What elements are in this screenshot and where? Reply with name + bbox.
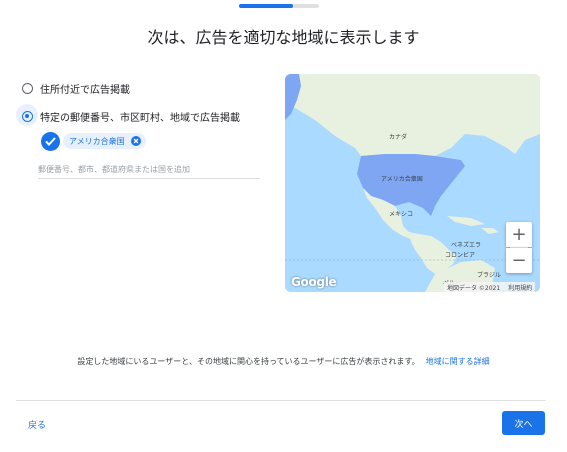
remove-icon[interactable] — [130, 136, 141, 146]
map-attribution: 地図データ ©2021 利用規約 — [444, 282, 536, 292]
next-button[interactable]: 次へ — [502, 411, 545, 435]
map-label-canada: カナダ — [389, 134, 408, 141]
check-icon — [41, 132, 60, 151]
radio-label: 特定の郵便番号、市区町村、地域で広告掲載 — [40, 113, 240, 124]
map-data-credit: 地図データ ©2021 — [447, 284, 501, 292]
location-details-link[interactable]: 地域に関する詳細 — [426, 357, 490, 366]
progress-bar — [239, 4, 319, 8]
footer-divider — [16, 400, 546, 401]
map-label-colombia: コロンビア — [445, 252, 476, 259]
radio-option-specific-area[interactable]: 特定の郵便番号、市区町村、地域で広告掲載 — [22, 109, 240, 124]
zoom-in-button[interactable]: + — [506, 222, 532, 247]
map-label-mexico: メキシコ — [389, 211, 414, 218]
terms-link[interactable]: 利用規約 — [508, 283, 532, 292]
map-label-venezuela: ベネズエラ — [451, 242, 482, 249]
progress-fill — [239, 4, 293, 8]
page-title: 次は、広告を適切な地域に表示します — [147, 28, 420, 47]
radio-button-selected[interactable] — [22, 111, 33, 122]
map-graphic — [285, 74, 540, 292]
radio-button[interactable] — [22, 83, 33, 94]
google-logo: Google — [291, 275, 337, 289]
map-label-brazil: ブラジル — [477, 272, 501, 279]
map-view[interactable]: カナダ アメリカ合衆国 メキシコ ベネズエラ コロンビア ブラジル ペルー — [285, 74, 540, 292]
info-description: 設定した地域にいるユーザーと、その地域に関心を持っているユーザーに広告が表示され… — [77, 357, 420, 366]
chip-label: アメリカ合衆国 — [69, 136, 125, 146]
selected-location-chip: アメリカ合衆国 — [63, 133, 146, 149]
radio-label: 住所付近で広告掲載 — [40, 85, 130, 96]
zoom-out-button[interactable]: − — [506, 248, 532, 273]
info-text: 設定した地域にいるユーザーと、その地域に関心を持っているユーザーに広告が表示され… — [0, 356, 567, 367]
back-button[interactable]: 戻る — [28, 418, 46, 431]
radio-option-near-address[interactable]: 住所付近で広告掲載 — [22, 81, 130, 96]
map-label-usa: アメリカ合衆国 — [381, 176, 423, 183]
location-search-input[interactable] — [38, 160, 260, 179]
